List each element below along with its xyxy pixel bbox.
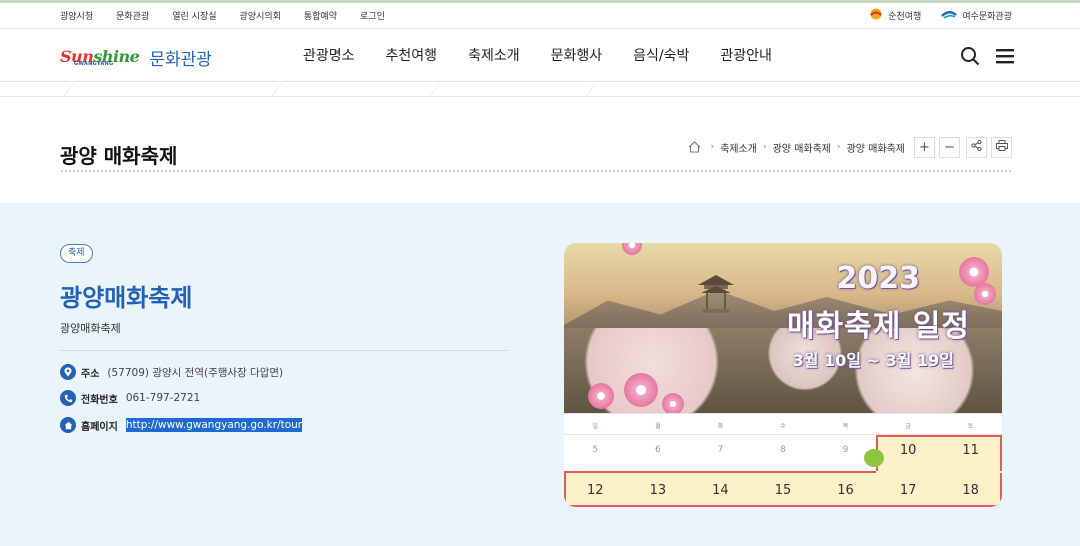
weekday-label: 수 xyxy=(780,423,786,430)
poster-dates: 3월 10일 ~ 3월 19일 xyxy=(792,351,954,370)
weekday-label: 토 xyxy=(967,423,974,430)
plus-icon: + xyxy=(919,139,930,155)
mascot-illustration xyxy=(864,449,884,467)
calendar-day: 7 xyxy=(717,445,724,455)
header-decoration xyxy=(0,83,1080,97)
phone-icon xyxy=(60,390,76,406)
festival-detail-section: 축제 광양매화축제 광양매화축제 주소 (57709) 광양시 전역(주행사장 … xyxy=(0,203,1080,546)
weekday-label: 일 xyxy=(592,423,599,430)
info-phone: 전화번호 061-797-2721 xyxy=(60,390,200,406)
breadcrumb-item[interactable]: 광양 매화축제 xyxy=(773,140,831,155)
print-button[interactable] xyxy=(991,136,1012,158)
menu-icon[interactable] xyxy=(996,48,1014,68)
calendar-day: 17 xyxy=(899,483,917,498)
home-icon[interactable] xyxy=(688,138,701,157)
nav-item-attractions[interactable]: 관광명소 xyxy=(303,45,355,65)
nav-item-food-lodging[interactable]: 음식/숙박 xyxy=(633,45,689,65)
poster-title: 매화축제 일정 xyxy=(786,309,970,344)
poster-calendar: 일 월 화 수 목 금 토 5 6 7 8 9 10 11 12 13 14 1… xyxy=(564,413,1002,507)
chevron-right-icon: › xyxy=(710,142,715,152)
weekday-label: 금 xyxy=(905,423,911,430)
poster-photo: 2023 매화축제 일정 3월 10일 ~ 3월 19일 xyxy=(564,243,1002,415)
poster-year: 2023 xyxy=(836,261,921,296)
util-link-reservation[interactable]: 통합예약 xyxy=(304,9,337,22)
festival-title: 광양매화축제 xyxy=(60,284,193,312)
util-link-city-hall[interactable]: 광양시청 xyxy=(60,9,93,22)
calendar-day: 18 xyxy=(962,483,979,498)
page-title: 광양 매화축제 xyxy=(60,144,178,168)
header-icons xyxy=(960,46,1014,70)
util-link-culture-tour[interactable]: 문화관광 xyxy=(116,9,149,22)
util-link-login[interactable]: 로그인 xyxy=(360,9,385,22)
breadcrumb-item[interactable]: 축제소개 xyxy=(720,140,757,155)
share-icon xyxy=(971,139,982,155)
calendar-day: 12 xyxy=(587,483,604,498)
print-icon xyxy=(995,139,1008,155)
logo-label: 문화관광 xyxy=(149,49,212,70)
calendar-day: 14 xyxy=(712,483,729,498)
external-link-suncheon[interactable]: 순천여행 xyxy=(869,8,921,23)
nav-item-recommended-trips[interactable]: 추천여행 xyxy=(386,45,438,65)
utility-links: 광양시청 문화관광 열린 시장실 광양시의회 통합예약 로그인 xyxy=(60,9,408,22)
phone-label: 전화번호 xyxy=(81,394,118,406)
homepage-label: 홈페이지 xyxy=(81,421,118,433)
external-link-yeosu[interactable]: 여수문화관광 xyxy=(941,9,1012,22)
phone-value[interactable]: 061-797-2721 xyxy=(126,392,200,404)
yeosu-logo-icon xyxy=(941,9,958,22)
minus-icon: − xyxy=(944,139,955,155)
external-link-label: 순천여행 xyxy=(888,12,922,22)
site-header: Sunshine GWANGYANG 문화관광 관광명소 추천여행 축제소개 문… xyxy=(0,30,1080,82)
zoom-out-button[interactable]: − xyxy=(939,136,960,158)
calendar-weekday-row: 일 월 화 수 목 금 토 xyxy=(564,413,1002,435)
calendar-day: 16 xyxy=(837,483,854,498)
pavilion-illustration xyxy=(698,275,734,313)
address-label: 주소 xyxy=(81,368,100,380)
category-tag: 축제 xyxy=(60,244,93,263)
info-divider xyxy=(60,350,508,351)
search-icon[interactable] xyxy=(960,46,980,70)
zoom-in-button[interactable]: + xyxy=(914,136,935,158)
site-logo[interactable]: Sunshine GWANGYANG 문화관광 xyxy=(60,42,212,72)
utility-bar: 광양시청 문화관광 열린 시장실 광양시의회 통합예약 로그인 순천여행 여수문… xyxy=(0,3,1080,29)
info-homepage: 홈페이지 http://www.gwangyang.go.kr/tour xyxy=(60,417,303,433)
calendar-day: 15 xyxy=(774,483,792,498)
homepage-link[interactable]: http://www.gwangyang.go.kr/tour xyxy=(125,418,303,432)
calendar-day: 13 xyxy=(649,483,667,498)
share-button[interactable] xyxy=(966,136,987,158)
calendar-day: 10 xyxy=(899,443,917,458)
external-link-label: 여수문화관광 xyxy=(962,12,1012,22)
util-link-city-council[interactable]: 광양시의회 xyxy=(240,9,281,22)
address-value: (57709) 광양시 전역(주행사장 다압면) xyxy=(107,366,284,379)
calendar-day: 8 xyxy=(780,445,786,455)
calendar-day: 6 xyxy=(654,445,661,455)
chevron-right-icon: › xyxy=(763,142,767,152)
external-links: 순천여행 여수문화관광 xyxy=(869,8,1012,23)
main-navigation: 관광명소 추천여행 축제소개 문화행사 음식/숙박 관광안내 xyxy=(303,45,803,65)
festival-subtitle: 광양매화축제 xyxy=(60,322,121,335)
festival-poster-image: 2023 매화축제 일정 3월 10일 ~ 3월 19일 일 월 화 수 목 금… xyxy=(564,243,1002,507)
page-title-bar: 광양 매화축제 › 축제소개 › 광양 매화축제 › 광양 매화축제 + − xyxy=(60,136,1012,174)
suncheon-logo-icon xyxy=(869,8,883,23)
weekday-label: 목 xyxy=(842,423,849,430)
title-divider xyxy=(60,169,1012,173)
util-link-mayor-office[interactable]: 열린 시장실 xyxy=(172,9,216,22)
nav-item-cultural-events[interactable]: 문화행사 xyxy=(551,45,603,65)
location-pin-icon xyxy=(60,364,76,380)
weekday-label: 월 xyxy=(655,423,661,430)
weekday-label: 화 xyxy=(717,423,724,430)
logo-sub-text: GWANGYANG xyxy=(74,61,114,67)
nav-item-tour-guide[interactable]: 관광안내 xyxy=(720,45,772,65)
breadcrumb: › 축제소개 › 광양 매화축제 › 광양 매화축제 + − xyxy=(688,136,1012,158)
breadcrumb-item-current: 광양 매화축제 xyxy=(846,143,905,155)
calendar-day: 5 xyxy=(592,445,599,455)
calendar-day: 11 xyxy=(962,443,979,458)
chevron-right-icon: › xyxy=(837,142,841,152)
nav-item-festivals[interactable]: 축제소개 xyxy=(468,45,520,65)
info-address: 주소 (57709) 광양시 전역(주행사장 다압면) xyxy=(60,364,283,380)
home-icon xyxy=(60,417,76,433)
